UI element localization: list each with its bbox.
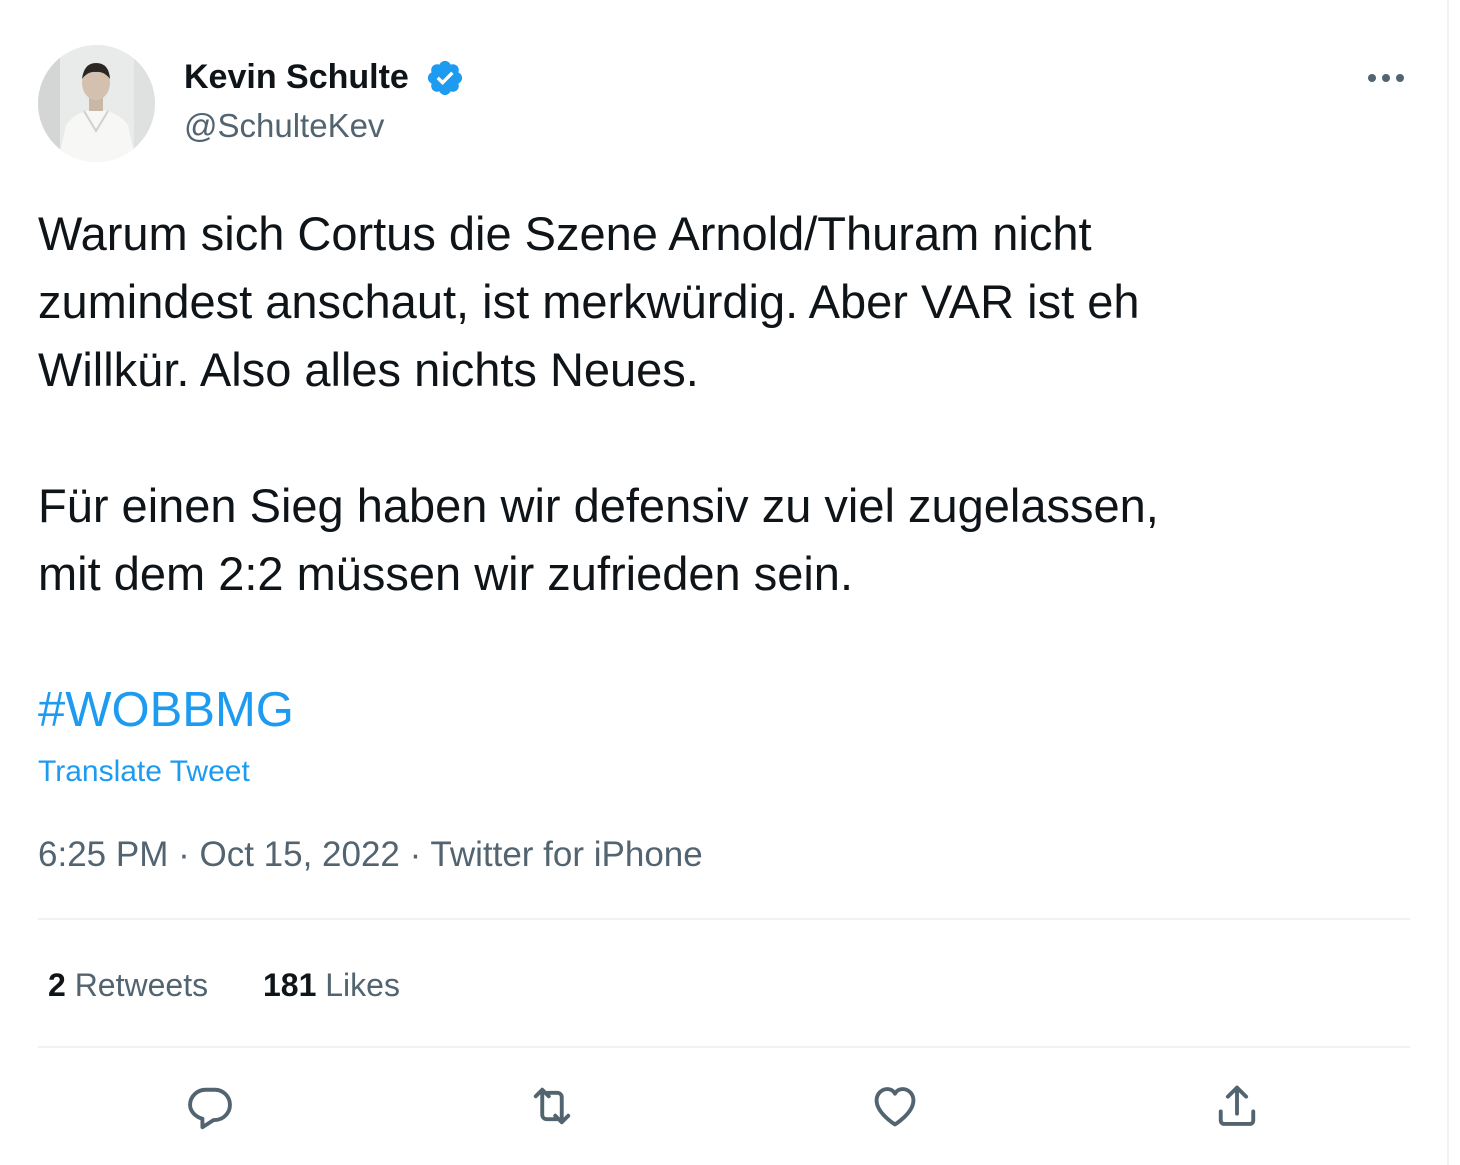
- translate-tweet-link[interactable]: Translate Tweet: [38, 752, 250, 792]
- avatar-photo-icon: [38, 45, 155, 162]
- tweet-source[interactable]: Twitter for iPhone: [430, 835, 702, 874]
- tweet-date[interactable]: Oct 15, 2022: [199, 835, 399, 874]
- timeline-border: [1447, 0, 1449, 1165]
- reply-button[interactable]: [184, 1080, 236, 1132]
- author-name[interactable]: Kevin Schulte: [184, 56, 409, 98]
- likes-count: 181: [262, 967, 317, 1003]
- tweet-text: Warum sich Cortus die Szene Arnold/Thura…: [38, 207, 1159, 600]
- retweet-button[interactable]: [526, 1080, 578, 1132]
- tweet-metadata: 6:25 PM · Oct 15, 2022 · Twitter for iPh…: [38, 833, 703, 877]
- author-handle[interactable]: @SchulteKev: [184, 105, 384, 147]
- author-avatar[interactable]: [38, 45, 155, 162]
- retweets-stat[interactable]: 2 Retweets: [48, 964, 208, 1006]
- more-dots-icon: [1368, 74, 1404, 82]
- tweet-time[interactable]: 6:25 PM: [38, 835, 168, 874]
- meta-separator: ·: [399, 835, 431, 874]
- verified-badge-icon: [427, 60, 463, 96]
- hashtag-link[interactable]: #WOBBMG: [38, 676, 294, 744]
- retweets-count: 2: [48, 967, 66, 1003]
- divider: [38, 918, 1410, 920]
- like-icon: [874, 1087, 916, 1127]
- retweet-icon: [533, 1087, 571, 1125]
- more-options-button[interactable]: [1362, 58, 1410, 98]
- retweets-label: Retweets: [74, 967, 209, 1003]
- share-button[interactable]: [1211, 1080, 1263, 1132]
- tweet-detail: Kevin Schulte @SchulteKev Warum sich Cor…: [0, 0, 1447, 1165]
- likes-label: Likes: [325, 967, 400, 1003]
- likes-stat[interactable]: 181 Likes: [263, 964, 400, 1006]
- reply-icon: [188, 1087, 232, 1130]
- share-icon: [1218, 1085, 1256, 1126]
- engagement-stats: 2 Retweets 181 Likes: [48, 964, 446, 1006]
- divider: [38, 1046, 1410, 1048]
- meta-separator: ·: [168, 835, 200, 874]
- like-button[interactable]: [869, 1080, 921, 1132]
